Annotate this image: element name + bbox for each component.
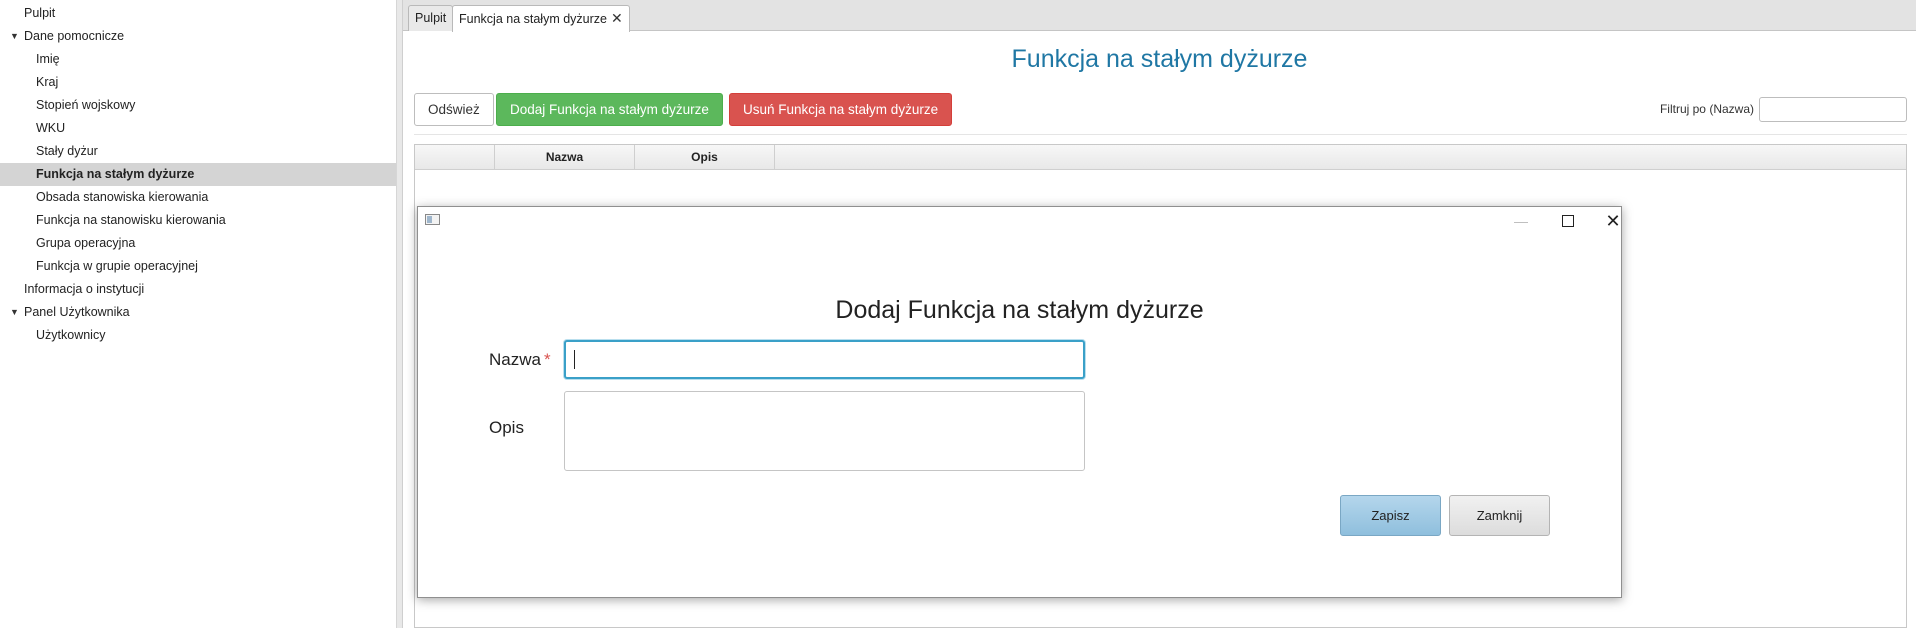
tree-item-label: Funkcja na stanowisku kierowania <box>36 213 226 227</box>
nazwa-label-text: Nazwa <box>489 350 541 369</box>
tree-item-dane-pomocnicze[interactable]: ▼ Dane pomocnicze <box>0 25 396 48</box>
tree-item-label: Użytkownicy <box>36 328 106 342</box>
close-icon[interactable]: ✕ <box>611 10 623 26</box>
filter-label: Filtruj po (Nazwa) <box>1659 102 1754 116</box>
maximize-icon <box>1562 214 1574 227</box>
window-icon <box>425 214 440 225</box>
save-button[interactable]: Zapisz <box>1340 495 1441 536</box>
tree-item-panel-uzytkownika[interactable]: ▼ Panel Użytkownika <box>0 301 396 324</box>
tree-item-label: Grupa operacyjna <box>36 236 136 250</box>
tree-item-imie[interactable]: Imię <box>0 48 396 71</box>
tree-item-staly-dyzur[interactable]: Stały dyżur <box>0 140 396 163</box>
tree-item-label: WKU <box>36 121 66 135</box>
table-header: Nazwa Opis <box>415 145 1906 170</box>
tab-bar: Pulpit Funkcja na stałym dyżurze ✕ <box>403 0 1916 32</box>
tree-item-label: Panel Użytkownika <box>24 305 130 319</box>
delete-button[interactable]: Usuń Funkcja na stałym dyżurze <box>729 93 953 126</box>
refresh-button[interactable]: Odśwież <box>414 93 494 126</box>
divider <box>414 134 1907 135</box>
dialog-title: Dodaj Funkcja na stałym dyżurze <box>835 296 1204 324</box>
tree-item-wku[interactable]: WKU <box>0 117 396 140</box>
tree-item-grupa-operacyjna[interactable]: Grupa operacyjna <box>0 232 396 255</box>
page-title: Funkcja na stałym dyżurze <box>1011 45 1308 73</box>
tree-item-label: Funkcja na stałym dyżurze <box>36 167 195 181</box>
add-dialog: — ✕ Dodaj Funkcja na stałym dyżurze Nazw… <box>417 206 1622 598</box>
tree-item-funkcja-na-stalym-dyzurze[interactable]: Funkcja na stałym dyżurze <box>0 163 396 186</box>
tree-item-label: Stały dyżur <box>36 144 98 158</box>
tab-pulpit[interactable]: Pulpit <box>408 5 454 31</box>
tab-label: Pulpit <box>415 11 447 25</box>
opis-label: Opis <box>489 418 524 437</box>
tree-item-label: Kraj <box>36 75 59 89</box>
nazwa-input[interactable] <box>564 340 1085 379</box>
close-button[interactable]: Zamknij <box>1449 495 1550 536</box>
tree-item-label: Funkcja w grupie operacyjnej <box>36 259 198 273</box>
tree-item-uzytkownicy[interactable]: Użytkownicy <box>0 324 396 347</box>
opis-textarea[interactable] <box>564 391 1085 471</box>
column-header-nazwa[interactable]: Nazwa <box>495 145 635 169</box>
tree-item-label: Pulpit <box>24 6 56 20</box>
tree-item-informacja-o-instytucji[interactable]: Informacja o instytucji <box>0 278 396 301</box>
close-window-button[interactable]: ✕ <box>1598 209 1628 233</box>
required-mark: * <box>543 350 551 369</box>
expand-arrow-icon[interactable]: ▼ <box>10 301 19 324</box>
tree-item-stopien-wojskowy[interactable]: Stopień wojskowy <box>0 94 396 117</box>
tab-funkcja-na-stalym-dyzurze[interactable]: Funkcja na stałym dyżurze ✕ <box>452 5 630 32</box>
maximize-button[interactable] <box>1553 209 1583 233</box>
filter-input[interactable] <box>1759 97 1907 122</box>
tree-item-funkcja-na-stanowisku-kierowania[interactable]: Funkcja na stanowisku kierowania <box>0 209 396 232</box>
expand-arrow-icon[interactable]: ▼ <box>10 25 19 48</box>
tree-item-obsada-stanowiska-kierowania[interactable]: Obsada stanowiska kierowania <box>0 186 396 209</box>
text-caret <box>574 350 575 369</box>
column-header-blank[interactable] <box>415 145 495 169</box>
tree-item-label: Informacja o instytucji <box>24 282 145 296</box>
column-header-opis[interactable]: Opis <box>635 145 775 169</box>
minimize-button[interactable]: — <box>1506 209 1536 233</box>
tree-item-pulpit[interactable]: Pulpit <box>0 2 396 25</box>
tree-item-label: Dane pomocnicze <box>24 29 125 43</box>
navigation-tree: Pulpit ▼ Dane pomocnicze Imię Kraj Stopie… <box>0 0 397 628</box>
tree-item-funkcja-w-grupie-operacyjnej[interactable]: Funkcja w grupie operacyjnej <box>0 255 396 278</box>
tree-item-label: Stopień wojskowy <box>36 98 136 112</box>
nazwa-label: Nazwa * <box>489 350 551 370</box>
tree-item-kraj[interactable]: Kraj <box>0 71 396 94</box>
tree-item-label: Obsada stanowiska kierowania <box>36 190 209 204</box>
add-button[interactable]: Dodaj Funkcja na stałym dyżurze <box>496 93 723 126</box>
tree-item-label: Imię <box>36 52 60 66</box>
tab-label: Funkcja na stałym dyżurze <box>459 12 607 26</box>
